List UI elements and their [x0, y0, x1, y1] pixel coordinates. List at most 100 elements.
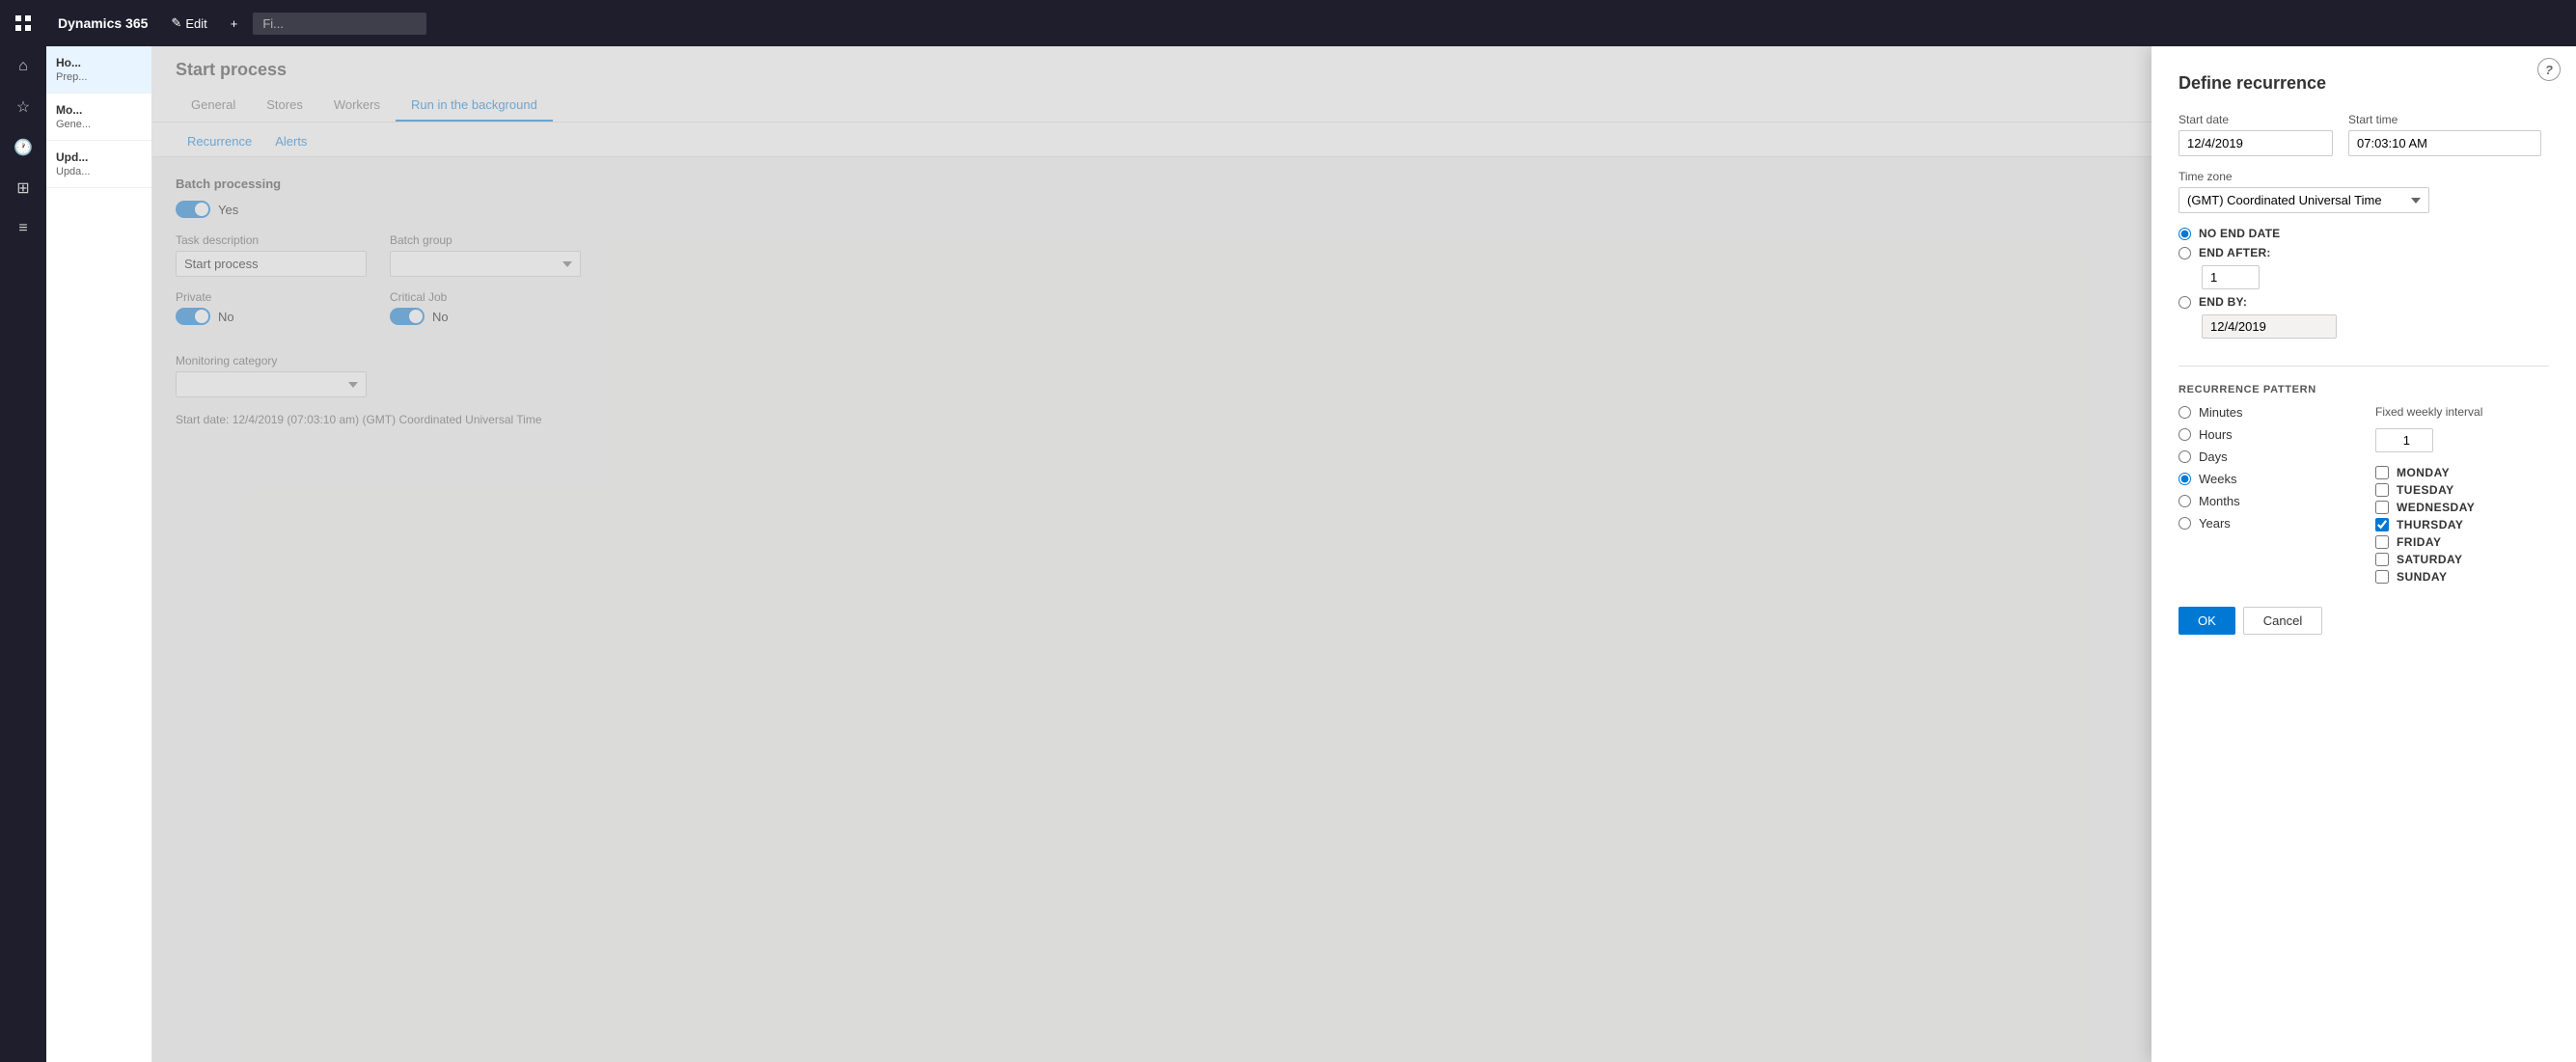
- clock-icon[interactable]: 🕐: [0, 127, 46, 168]
- end-after-input-row: [2179, 265, 2549, 289]
- sidebar-item-3-sub: Upda...: [56, 166, 142, 177]
- no-end-date-label: NO END DATE: [2199, 227, 2280, 240]
- end-by-radio[interactable]: [2179, 296, 2191, 309]
- pattern-hours-row: Hours: [2179, 427, 2352, 442]
- weekly-interval-label: Fixed weekly interval: [2375, 405, 2549, 419]
- pattern-hours-radio[interactable]: [2179, 428, 2191, 441]
- sidebar-item-1-sub: Prep...: [56, 71, 142, 83]
- pattern-days-radio[interactable]: [2179, 450, 2191, 463]
- add-button[interactable]: +: [223, 13, 246, 35]
- start-date-input[interactable]: [2179, 130, 2333, 156]
- search-input[interactable]: [253, 13, 426, 35]
- sidebar-item-2-title: Mo...: [56, 103, 142, 117]
- home-icon[interactable]: ⌂: [0, 46, 46, 87]
- start-time-field: Start time: [2348, 113, 2541, 156]
- sidebar-item-3[interactable]: Upd... Upda...: [46, 141, 151, 188]
- end-after-row: END AFTER:: [2179, 246, 2549, 259]
- weekly-interval-input[interactable]: [2375, 428, 2433, 452]
- pattern-years-label: Years: [2199, 516, 2231, 531]
- pattern-months-radio[interactable]: [2179, 495, 2191, 507]
- day-sunday-row: SUNDAY: [2375, 570, 2549, 584]
- end-after-input[interactable]: [2202, 265, 2260, 289]
- time-zone-label: Time zone: [2179, 170, 2549, 183]
- thursday-checkbox[interactable]: [2375, 518, 2389, 531]
- edit-button[interactable]: ✎ Edit: [163, 12, 214, 35]
- wednesday-label: WEDNESDAY: [2397, 501, 2475, 514]
- main-panel: Start process General Stores Workers Run…: [152, 46, 2576, 1062]
- end-options-group: NO END DATE END AFTER: END BY:: [2179, 227, 2549, 339]
- sidebar-item-3-title: Upd...: [56, 150, 142, 164]
- ok-button[interactable]: OK: [2179, 607, 2235, 635]
- thursday-label: THURSDAY: [2397, 518, 2463, 531]
- sidebar-item-1[interactable]: Ho... Prep...: [46, 46, 151, 94]
- start-date-label: Start date: [2179, 113, 2333, 126]
- pattern-minutes-radio[interactable]: [2179, 406, 2191, 419]
- recurrence-pattern-section-label: RECURRENCE PATTERN: [2179, 384, 2549, 395]
- end-by-input-row: [2179, 314, 2549, 339]
- saturday-label: SATURDAY: [2397, 553, 2463, 566]
- pattern-days-label: Days: [2199, 449, 2228, 464]
- recurrence-patterns: Minutes Hours Days Weeks: [2179, 405, 2352, 584]
- end-after-radio[interactable]: [2179, 247, 2191, 259]
- pattern-minutes-label: Minutes: [2199, 405, 2243, 420]
- start-datetime-row: Start date Start time: [2179, 113, 2549, 156]
- cancel-button[interactable]: Cancel: [2243, 607, 2322, 635]
- no-end-date-row: NO END DATE: [2179, 227, 2549, 240]
- star-icon[interactable]: ☆: [0, 87, 46, 127]
- list-icon[interactable]: ≡: [0, 208, 46, 249]
- day-thursday-row: THURSDAY: [2375, 518, 2549, 531]
- friday-checkbox[interactable]: [2375, 535, 2389, 549]
- table-icon[interactable]: ⊞: [0, 168, 46, 208]
- grid-icon[interactable]: [0, 0, 46, 46]
- pattern-days-row: Days: [2179, 449, 2352, 464]
- brand-name: Dynamics 365: [58, 15, 148, 31]
- day-tuesday-row: TUESDAY: [2375, 483, 2549, 497]
- weekly-section: Fixed weekly interval MONDAY TUESDAY: [2375, 405, 2549, 584]
- dialog-title: Define recurrence: [2179, 73, 2549, 94]
- tuesday-checkbox[interactable]: [2375, 483, 2389, 497]
- pattern-months-row: Months: [2179, 494, 2352, 508]
- monday-label: MONDAY: [2397, 466, 2450, 479]
- pattern-years-radio[interactable]: [2179, 517, 2191, 530]
- no-end-date-radio[interactable]: [2179, 228, 2191, 240]
- define-recurrence-dialog: Define recurrence Start date Start time …: [2151, 46, 2576, 1062]
- pattern-weeks-radio[interactable]: [2179, 473, 2191, 485]
- start-date-field: Start date: [2179, 113, 2333, 156]
- sidebar-item-2-sub: Gene...: [56, 119, 142, 130]
- time-zone-select[interactable]: (GMT) Coordinated Universal Time: [2179, 187, 2429, 213]
- top-bar: Dynamics 365 ✎ Edit +: [46, 0, 2576, 46]
- left-nav: ⌂ ☆ 🕐 ⊞ ≡: [0, 0, 46, 1062]
- pattern-weeks-label: Weeks: [2199, 472, 2237, 486]
- end-by-row: END BY:: [2179, 295, 2549, 309]
- sidebar-item-1-title: Ho...: [56, 56, 142, 69]
- end-by-input[interactable]: [2202, 314, 2337, 339]
- divider-1: [2179, 366, 2549, 367]
- main-area: Dynamics 365 ✎ Edit + Ho... Prep... Mo..…: [46, 0, 2576, 1062]
- monday-checkbox[interactable]: [2375, 466, 2389, 479]
- start-time-input[interactable]: [2348, 130, 2541, 156]
- pattern-minutes-row: Minutes: [2179, 405, 2352, 420]
- time-zone-field: Time zone (GMT) Coordinated Universal Ti…: [2179, 170, 2549, 213]
- pattern-months-label: Months: [2199, 494, 2240, 508]
- help-icon[interactable]: ?: [2537, 58, 2561, 81]
- pattern-weeks-row: Weeks: [2179, 472, 2352, 486]
- pattern-hours-label: Hours: [2199, 427, 2233, 442]
- friday-label: FRIDAY: [2397, 535, 2441, 549]
- days-group: MONDAY TUESDAY WEDNESDAY: [2375, 466, 2549, 584]
- day-friday-row: FRIDAY: [2375, 535, 2549, 549]
- sunday-checkbox[interactable]: [2375, 570, 2389, 584]
- end-by-label: END BY:: [2199, 295, 2247, 309]
- sidebar-list: Ho... Prep... Mo... Gene... Upd... Upda.…: [46, 46, 152, 1062]
- day-monday-row: MONDAY: [2375, 466, 2549, 479]
- day-wednesday-row: WEDNESDAY: [2375, 501, 2549, 514]
- start-time-label: Start time: [2348, 113, 2541, 126]
- recurrence-grid: Minutes Hours Days Weeks: [2179, 405, 2549, 584]
- sidebar-item-2[interactable]: Mo... Gene...: [46, 94, 151, 141]
- sunday-label: SUNDAY: [2397, 570, 2447, 584]
- pattern-years-row: Years: [2179, 516, 2352, 531]
- end-after-label: END AFTER:: [2199, 246, 2271, 259]
- saturday-checkbox[interactable]: [2375, 553, 2389, 566]
- content-area: Ho... Prep... Mo... Gene... Upd... Upda.…: [46, 46, 2576, 1062]
- wednesday-checkbox[interactable]: [2375, 501, 2389, 514]
- tuesday-label: TUESDAY: [2397, 483, 2454, 497]
